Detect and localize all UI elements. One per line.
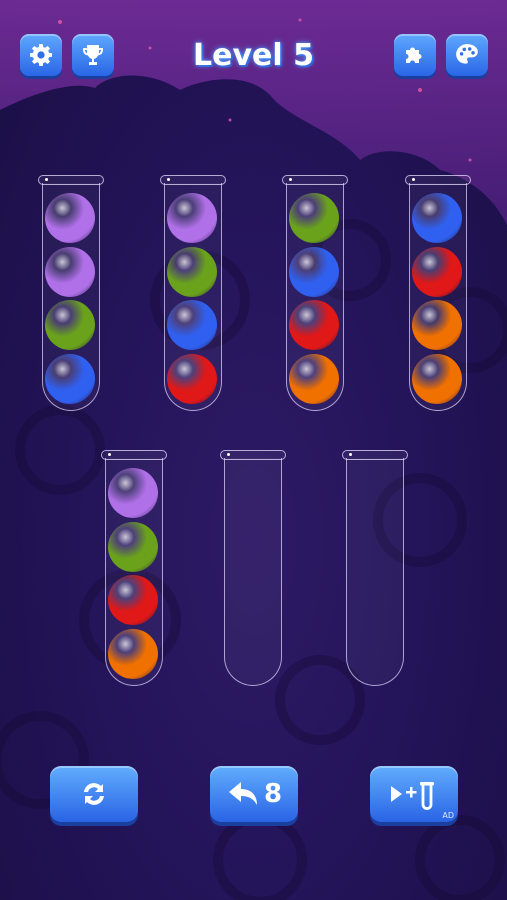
ball-green: [45, 300, 95, 350]
rim-highlight: [227, 453, 230, 456]
rim-highlight: [349, 453, 352, 456]
tube-rim: [38, 175, 104, 185]
tube-rim: [101, 450, 167, 460]
undo-icon: [228, 782, 257, 805]
ball-red: [412, 246, 462, 297]
ball-blue: [412, 193, 462, 243]
ball-green: [167, 246, 217, 297]
tube-3[interactable]: [282, 175, 348, 413]
ball-blue: [289, 246, 339, 297]
ball-green: [108, 521, 158, 572]
tube-1[interactable]: [38, 175, 104, 413]
ball-purple: [45, 246, 95, 297]
tube-2[interactable]: [160, 175, 226, 413]
tube-rim: [282, 175, 348, 185]
ball-orange: [412, 300, 462, 350]
tube-6[interactable]: [220, 450, 286, 688]
ball-red: [108, 575, 158, 625]
undo-button[interactable]: 8: [210, 766, 298, 822]
tube-rim: [342, 450, 408, 460]
ball-red: [167, 353, 217, 404]
tube-rim: [160, 175, 226, 185]
tube-7[interactable]: [342, 450, 408, 688]
tube-5[interactable]: [101, 450, 167, 688]
add-tube-icon: [391, 782, 434, 810]
restart-icon: [84, 783, 104, 805]
palette-icon: [456, 44, 478, 64]
ball-purple: [167, 193, 217, 243]
ad-label: AD: [442, 811, 454, 820]
ball-orange: [412, 353, 462, 404]
rim-highlight: [108, 453, 111, 456]
ball-red: [289, 300, 339, 350]
ball-purple: [45, 193, 95, 243]
puzzle-icon: [406, 47, 422, 63]
ball-orange: [289, 353, 339, 404]
rim-highlight: [412, 178, 415, 181]
tube-glass: [346, 458, 404, 686]
rim-highlight: [289, 178, 292, 181]
puzzle-button[interactable]: [394, 34, 436, 76]
ball-blue: [167, 300, 217, 350]
ball-purple: [108, 468, 158, 518]
tube-rim: [220, 450, 286, 460]
rim-highlight: [45, 178, 48, 181]
tube-rim: [405, 175, 471, 185]
ball-orange: [108, 628, 158, 679]
tube-4[interactable]: [405, 175, 471, 413]
tube-glass: [224, 458, 282, 686]
ball-blue: [45, 353, 95, 404]
add-tube-button[interactable]: AD: [370, 766, 458, 822]
theme-button[interactable]: [446, 34, 488, 76]
restart-button[interactable]: [50, 766, 138, 822]
undo-count: 8: [263, 779, 283, 809]
ball-green: [289, 193, 339, 243]
rim-highlight: [167, 178, 170, 181]
